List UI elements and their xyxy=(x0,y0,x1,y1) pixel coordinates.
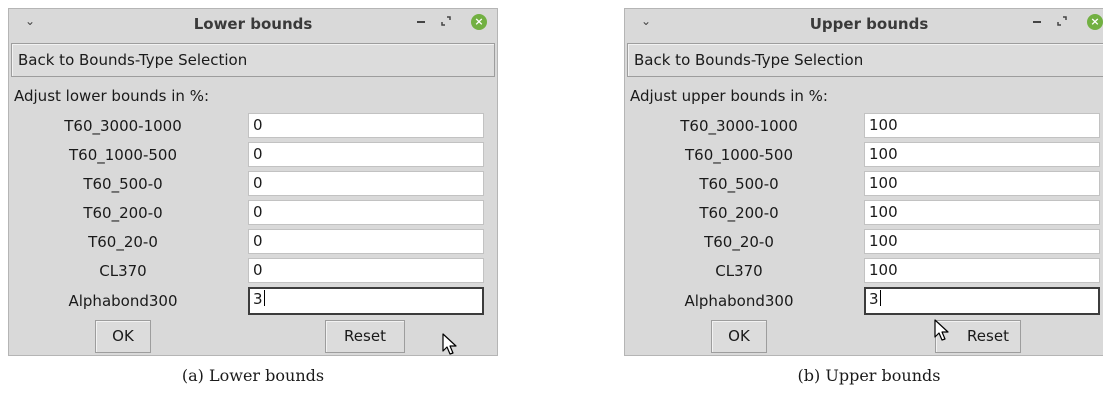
bound-input[interactable]: 0 xyxy=(248,258,484,283)
bound-input-focused[interactable]: 3 xyxy=(864,287,1100,315)
close-icon[interactable]: × xyxy=(471,14,487,30)
bound-input[interactable]: 100 xyxy=(864,229,1100,254)
bound-input[interactable]: 100 xyxy=(864,171,1100,196)
row-label: CL370 xyxy=(715,262,763,280)
bound-input[interactable]: 0 xyxy=(248,142,484,167)
row-label: Alphabond300 xyxy=(684,292,794,310)
bound-input[interactable]: 0 xyxy=(248,113,484,138)
bound-input[interactable]: 100 xyxy=(864,258,1100,283)
chevron-down-icon[interactable]: ⌄ xyxy=(639,14,653,28)
window-title: Lower bounds xyxy=(193,15,313,33)
bound-input[interactable]: 100 xyxy=(864,113,1100,138)
title-bar: ⌄ Upper bounds × xyxy=(625,9,1103,39)
ok-button[interactable]: OK xyxy=(711,320,767,353)
row-label: T60_500-0 xyxy=(83,175,163,193)
chevron-down-icon[interactable]: ⌄ xyxy=(23,14,37,28)
maximize-icon[interactable] xyxy=(1057,16,1067,26)
mouse-pointer-icon xyxy=(934,319,949,341)
input-value: 3 xyxy=(253,290,263,308)
text-caret xyxy=(879,290,881,306)
reset-button-label: Reset xyxy=(967,327,1009,345)
window-title: Upper bounds xyxy=(809,15,929,33)
bound-input[interactable]: 0 xyxy=(248,171,484,196)
bound-input[interactable]: 0 xyxy=(248,229,484,254)
row-label: T60_200-0 xyxy=(83,204,163,222)
adjust-bounds-label: Adjust lower bounds in %: xyxy=(14,87,209,105)
upper-bounds-window: ⌄ Upper bounds × Back to Bounds-Type Sel… xyxy=(624,8,1103,356)
input-value: 3 xyxy=(869,290,879,308)
row-label: T60_3000-1000 xyxy=(680,117,798,135)
row-label: CL370 xyxy=(99,262,147,280)
maximize-icon[interactable] xyxy=(441,16,451,26)
title-bar: ⌄ Lower bounds × xyxy=(9,9,497,39)
back-to-bounds-type-button[interactable]: Back to Bounds-Type Selection xyxy=(11,43,495,77)
row-label: T60_500-0 xyxy=(699,175,779,193)
row-label: T60_1000-500 xyxy=(685,146,793,164)
mouse-pointer-icon xyxy=(442,333,457,355)
bound-input-focused[interactable]: 3 xyxy=(248,287,484,315)
row-label: T60_200-0 xyxy=(699,204,779,222)
lower-bounds-window: ⌄ Lower bounds × Back to Bounds-Type Sel… xyxy=(8,8,498,356)
row-label: T60_20-0 xyxy=(704,233,774,251)
adjust-bounds-label: Adjust upper bounds in %: xyxy=(630,87,828,105)
back-to-bounds-type-button[interactable]: Back to Bounds-Type Selection xyxy=(627,43,1103,77)
bound-input[interactable]: 100 xyxy=(864,142,1100,167)
bound-input[interactable]: 100 xyxy=(864,200,1100,225)
text-caret xyxy=(263,290,265,306)
close-icon[interactable]: × xyxy=(1087,14,1103,30)
ok-button[interactable]: OK xyxy=(95,320,151,353)
figure-caption: (b) Upper bounds xyxy=(797,366,941,385)
bound-input[interactable]: 0 xyxy=(248,200,484,225)
row-label: T60_1000-500 xyxy=(69,146,177,164)
row-label: T60_20-0 xyxy=(88,233,158,251)
figure-caption: (a) Lower bounds xyxy=(181,366,325,385)
reset-button[interactable]: Reset xyxy=(325,320,405,353)
row-label: T60_3000-1000 xyxy=(64,117,182,135)
minimize-icon[interactable] xyxy=(1033,21,1041,23)
minimize-icon[interactable] xyxy=(417,21,425,23)
row-label: Alphabond300 xyxy=(68,292,178,310)
